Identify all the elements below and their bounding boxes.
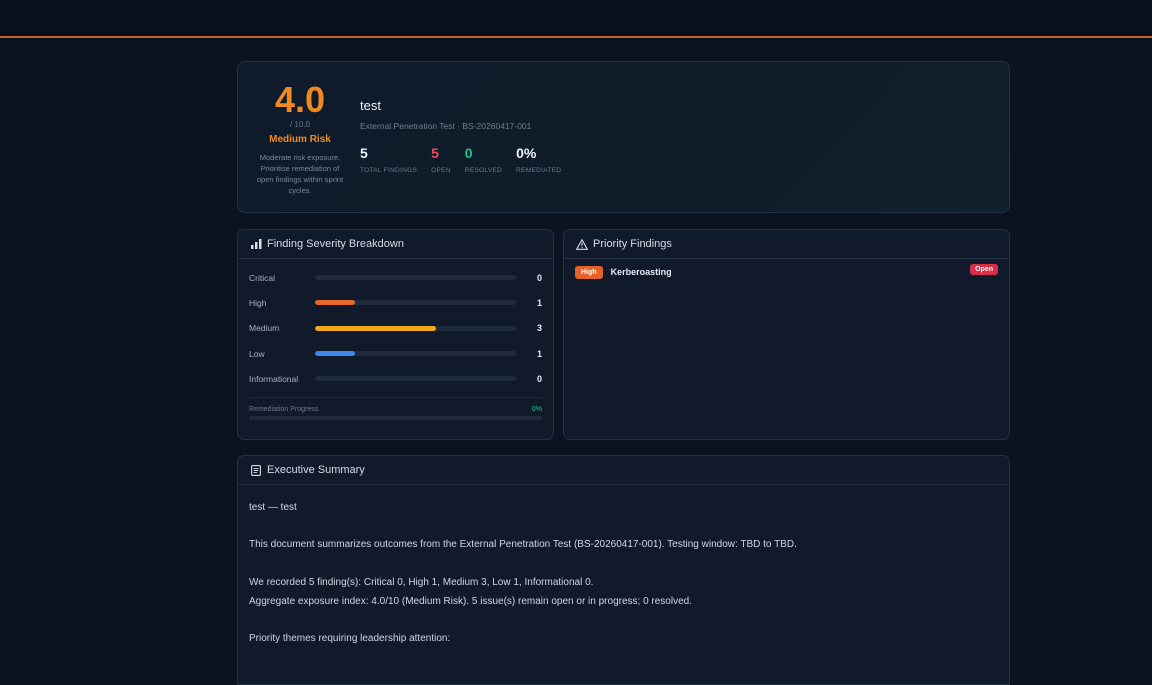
stat-label: REMEDIATED <box>516 167 562 174</box>
severity-name: Medium <box>249 323 280 334</box>
document-icon <box>250 464 262 476</box>
stat-total-findings: 5 TOTAL FINDINGS <box>360 145 417 174</box>
severity-row-high: High 1 <box>249 290 542 315</box>
engagement-info: test External Penetration Test · BS-2026… <box>360 98 575 174</box>
panel-header: Priority Findings <box>564 230 1009 259</box>
risk-score-card: 4.0 / 10.0 Medium Risk Moderate risk exp… <box>237 61 1010 213</box>
severity-bar-track <box>314 275 517 281</box>
severity-row-critical: Critical 0 <box>249 265 542 290</box>
summary-body: test — test This document summarizes out… <box>238 485 1009 649</box>
severity-rows: Critical 0 High 1 Medium 3 Low 1 Informa… <box>238 259 553 391</box>
severity-name: Critical <box>249 272 275 283</box>
stat-value: 5 <box>431 145 439 161</box>
stat-value: 0 <box>464 145 473 161</box>
panel-title: Finding Severity Breakdown <box>267 238 404 250</box>
severity-name: High <box>249 297 267 308</box>
engagement-subtitle: External Penetration Test · BS-20260417-… <box>360 121 532 131</box>
summary-line: Aggregate exposure index: 4.0/10 (Medium… <box>249 595 692 607</box>
remediation-progress: Remediation Progress 0% <box>238 398 553 413</box>
summary-gap <box>249 518 998 537</box>
summary-line: Priority themes requiring leadership att… <box>249 632 451 644</box>
risk-score-max: / 10.0 <box>289 120 310 129</box>
severity-row-low: Low 1 <box>249 341 542 366</box>
stat-remediated: 0% REMEDIATED <box>516 145 561 174</box>
executive-summary-panel: Executive Summary test — test This docum… <box>237 455 1010 685</box>
stat-label: OPEN <box>431 167 451 174</box>
severity-count: 0 <box>536 272 542 283</box>
severity-count: 1 <box>536 297 542 308</box>
panel-header: Executive Summary <box>238 456 1009 485</box>
finding-title[interactable]: Kerberoasting <box>611 267 672 277</box>
remediation-label: Remediation Progress <box>249 406 319 414</box>
priority-findings-panel: Priority Findings High Kerberoasting Ope… <box>563 229 1010 440</box>
severity-count: 1 <box>536 348 542 359</box>
risk-score: 4.0 / 10.0 Medium Risk Moderate risk exp… <box>246 80 354 196</box>
stat-label: RESOLVED <box>464 167 503 174</box>
summary-line: We recorded 5 finding(s): Critical 0, Hi… <box>249 576 594 588</box>
severity-name: Low <box>249 348 265 359</box>
severity-row-medium: Medium 3 <box>249 316 542 341</box>
risk-level: Medium Risk <box>269 134 331 145</box>
warning-icon <box>576 238 588 250</box>
top-bar <box>0 0 1152 38</box>
remediation-value: 0% <box>531 406 542 414</box>
priority-finding-item[interactable]: High Kerberoasting Open <box>564 259 1009 285</box>
risk-description: Moderate risk exposure. Prioritise remed… <box>256 153 344 195</box>
severity-bar-track <box>314 351 517 357</box>
summary-line: This document summarizes outcomes from t… <box>249 539 797 551</box>
stat-label: TOTAL FINDINGS <box>360 167 418 174</box>
stats-row: 5 TOTAL FINDINGS 5 OPEN 0 RESOLVED 0% RE… <box>360 145 575 174</box>
engagement-title: test <box>360 98 381 113</box>
summary-line: test — test <box>249 502 297 513</box>
stat-resolved: 0 RESOLVED <box>465 145 502 174</box>
risk-score-value: 4.0 <box>274 79 326 120</box>
severity-row-informational: Informational 0 <box>249 366 542 391</box>
panel-header: Finding Severity Breakdown <box>238 230 553 259</box>
stat-open: 5 OPEN <box>431 145 451 174</box>
summary-gap <box>249 555 998 574</box>
remediation-progress-bar <box>249 416 542 421</box>
severity-bar-track <box>314 325 517 331</box>
severity-bar-fill <box>314 325 436 331</box>
severity-count: 3 <box>536 323 542 334</box>
severity-name: Informational <box>249 373 299 384</box>
severity-bar-track <box>314 376 517 382</box>
severity-badge: High <box>575 265 603 279</box>
severity-bar-track <box>314 300 517 306</box>
panel-title: Executive Summary <box>267 464 365 476</box>
summary-gap <box>249 611 998 630</box>
stat-value: 0% <box>516 145 537 161</box>
severity-bar-fill <box>314 351 356 357</box>
status-badge: Open <box>970 264 998 275</box>
panel-title: Priority Findings <box>593 238 672 250</box>
bar-chart-icon <box>250 238 262 250</box>
stat-value: 5 <box>360 145 368 161</box>
severity-bar-fill <box>314 300 356 306</box>
severity-count: 0 <box>536 373 542 384</box>
severity-breakdown-panel: Finding Severity Breakdown Critical 0 Hi… <box>237 229 554 440</box>
